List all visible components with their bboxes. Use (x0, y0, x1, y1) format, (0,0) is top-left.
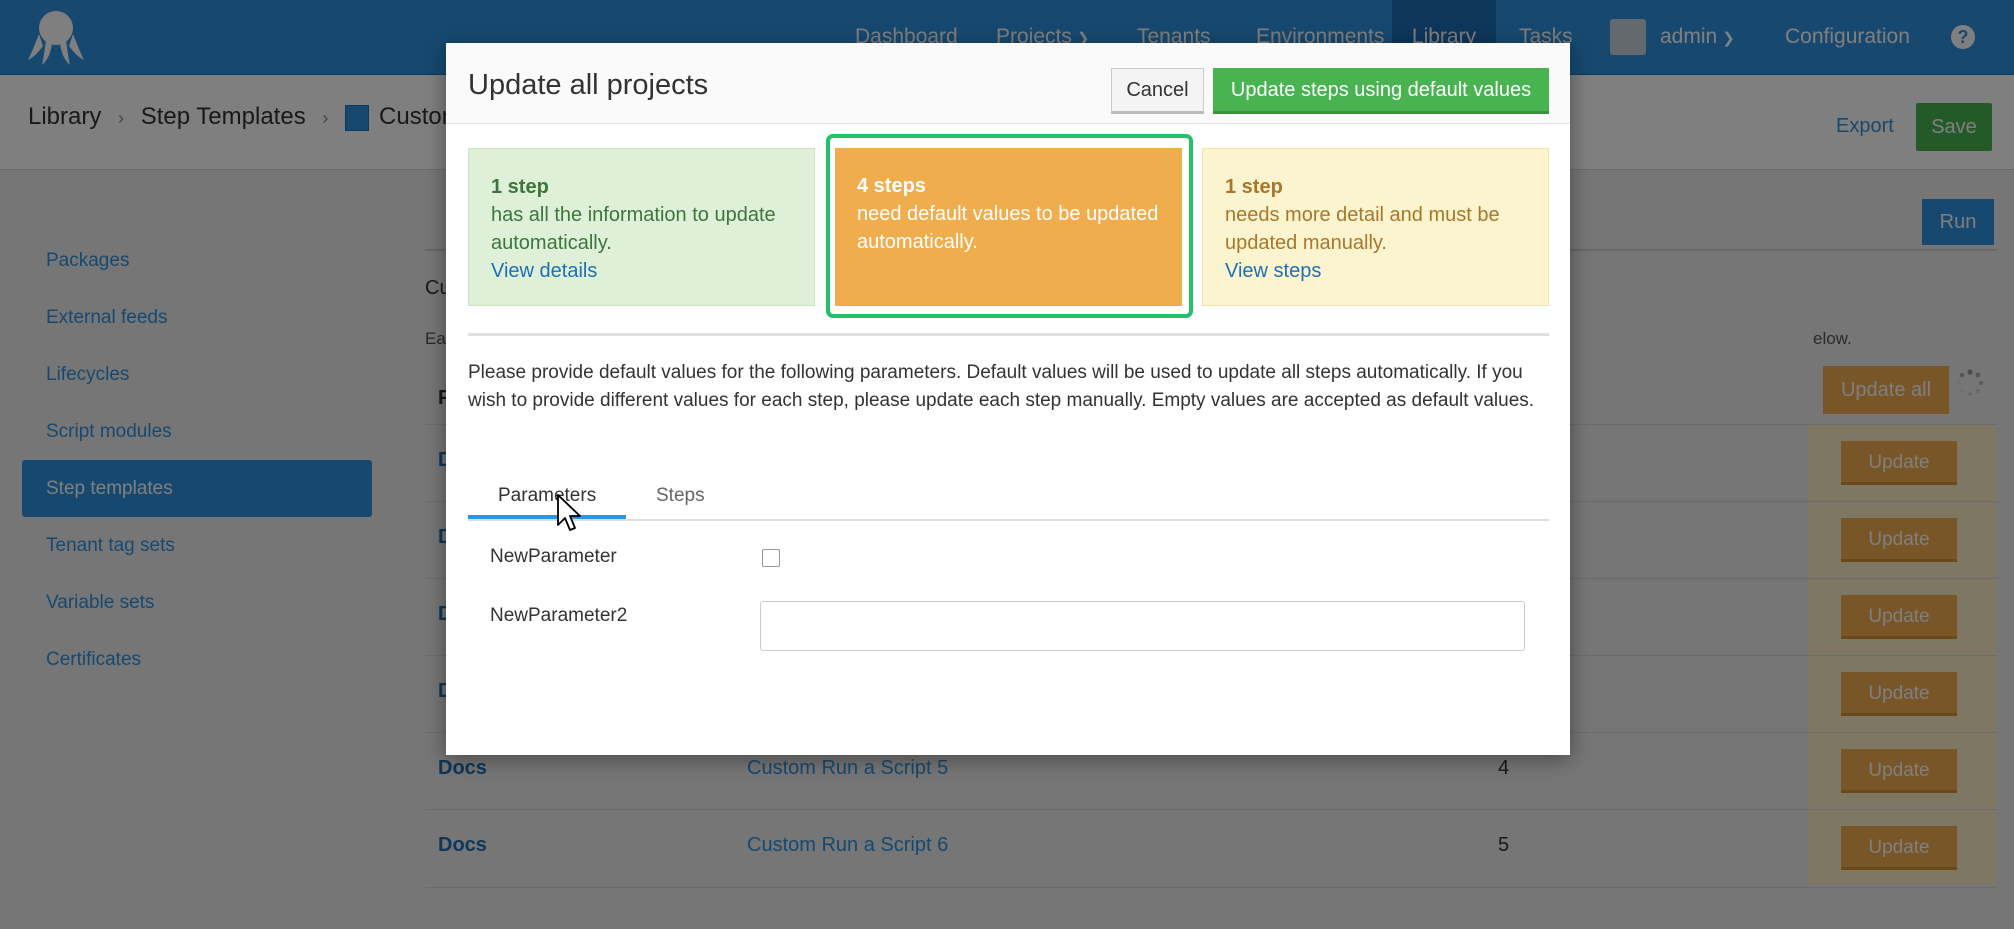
update-all-projects-dialog: Update all projects Cancel Update steps … (446, 43, 1570, 755)
dialog-title: Update all projects (468, 69, 709, 101)
card-count: 1 step (491, 176, 549, 198)
card-count: 1 step (1225, 176, 1283, 198)
view-steps-link[interactable]: View steps (1225, 260, 1321, 282)
summary-card-manual: 1 step needs more detail and must be upd… (1202, 148, 1549, 306)
active-tab-indicator (468, 515, 626, 519)
card-text: has all the information to update automa… (491, 204, 776, 254)
instructions-text: Please provide default values for the fo… (468, 362, 1535, 411)
tab-parameters[interactable]: Parameters (498, 485, 596, 507)
summary-card-default-values[interactable]: 4 steps need default values to be update… (835, 148, 1182, 306)
dialog-header: Update all projects Cancel Update steps … (446, 43, 1570, 124)
parameter-label: NewParameter2 (490, 605, 628, 626)
card-count: 4 steps (857, 175, 926, 197)
update-steps-default-values-button[interactable]: Update steps using default values (1213, 68, 1549, 114)
new-parameter2-input[interactable] (760, 601, 1525, 651)
card-text: needs more detail and must be updated ma… (1225, 204, 1500, 254)
cancel-button[interactable]: Cancel (1111, 68, 1204, 114)
view-details-link[interactable]: View details (491, 260, 597, 282)
new-parameter-checkbox[interactable] (762, 549, 780, 567)
tab-bar: Parameters Steps (468, 473, 1549, 521)
tab-steps[interactable]: Steps (656, 485, 705, 507)
summary-card-automatic: 1 step has all the information to update… (468, 148, 815, 306)
card-text: need default values to be updated automa… (857, 203, 1159, 253)
divider (468, 333, 1549, 336)
parameter-label: NewParameter (490, 546, 617, 567)
